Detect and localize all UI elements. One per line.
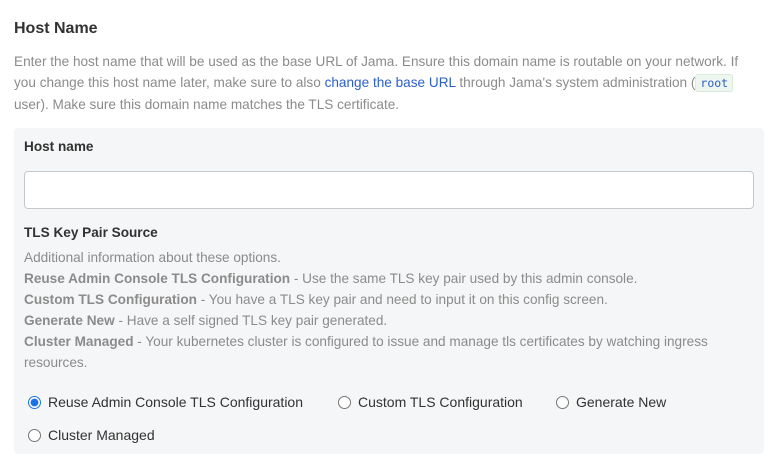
radio-label-custom: Custom TLS Configuration bbox=[358, 394, 523, 410]
radio-label-generate: Generate New bbox=[576, 394, 667, 410]
radio-generate-new[interactable] bbox=[556, 395, 569, 409]
tls-desc-name-custom: Custom TLS Configuration bbox=[24, 292, 197, 307]
hostname-input[interactable] bbox=[24, 171, 754, 209]
radio-label-cluster: Cluster Managed bbox=[48, 427, 155, 443]
tls-desc-text-custom: - You have a TLS key pair and need to in… bbox=[196, 292, 608, 307]
tls-desc-name-cluster: Cluster Managed bbox=[24, 334, 134, 349]
config-panel: Host name TLS Key Pair Source Additional… bbox=[14, 128, 764, 454]
help-text-part-2: through Jama's system administration ( bbox=[455, 75, 696, 90]
tls-help-text: Additional information about these optio… bbox=[24, 247, 744, 373]
root-code: root bbox=[695, 74, 734, 92]
radio-option-generate[interactable]: Generate New bbox=[556, 394, 666, 410]
tls-desc-text-generate: - Have a self signed TLS key pair genera… bbox=[114, 313, 388, 328]
tls-source-label: TLS Key Pair Source bbox=[24, 225, 158, 240]
radio-cluster-managed[interactable] bbox=[28, 428, 41, 442]
radio-custom-tls[interactable] bbox=[338, 395, 351, 409]
help-text-part-3: user). Make sure this domain name matche… bbox=[14, 97, 400, 112]
section-title: Host Name bbox=[14, 20, 98, 37]
hostname-config-section: Host Name Enter the host name that will … bbox=[0, 0, 778, 472]
section-help-text: Enter the host name that will be used as… bbox=[14, 51, 754, 115]
radio-option-cluster[interactable]: Cluster Managed bbox=[28, 427, 155, 443]
radio-option-custom[interactable]: Custom TLS Configuration bbox=[338, 394, 523, 410]
radio-reuse-admin-console[interactable] bbox=[28, 395, 41, 409]
radio-option-reuse[interactable]: Reuse Admin Console TLS Configuration bbox=[28, 394, 303, 410]
change-base-url-link[interactable]: change the base URL bbox=[325, 75, 456, 90]
tls-intro: Additional information about these optio… bbox=[24, 250, 281, 265]
tls-desc-text-reuse: - Use the same TLS key pair used by this… bbox=[290, 271, 638, 286]
radio-label-reuse: Reuse Admin Console TLS Configuration bbox=[48, 394, 304, 410]
tls-desc-name-reuse: Reuse Admin Console TLS Configuration bbox=[24, 271, 291, 286]
hostname-label: Host name bbox=[24, 139, 94, 154]
tls-desc-name-generate: Generate New bbox=[24, 313, 115, 328]
